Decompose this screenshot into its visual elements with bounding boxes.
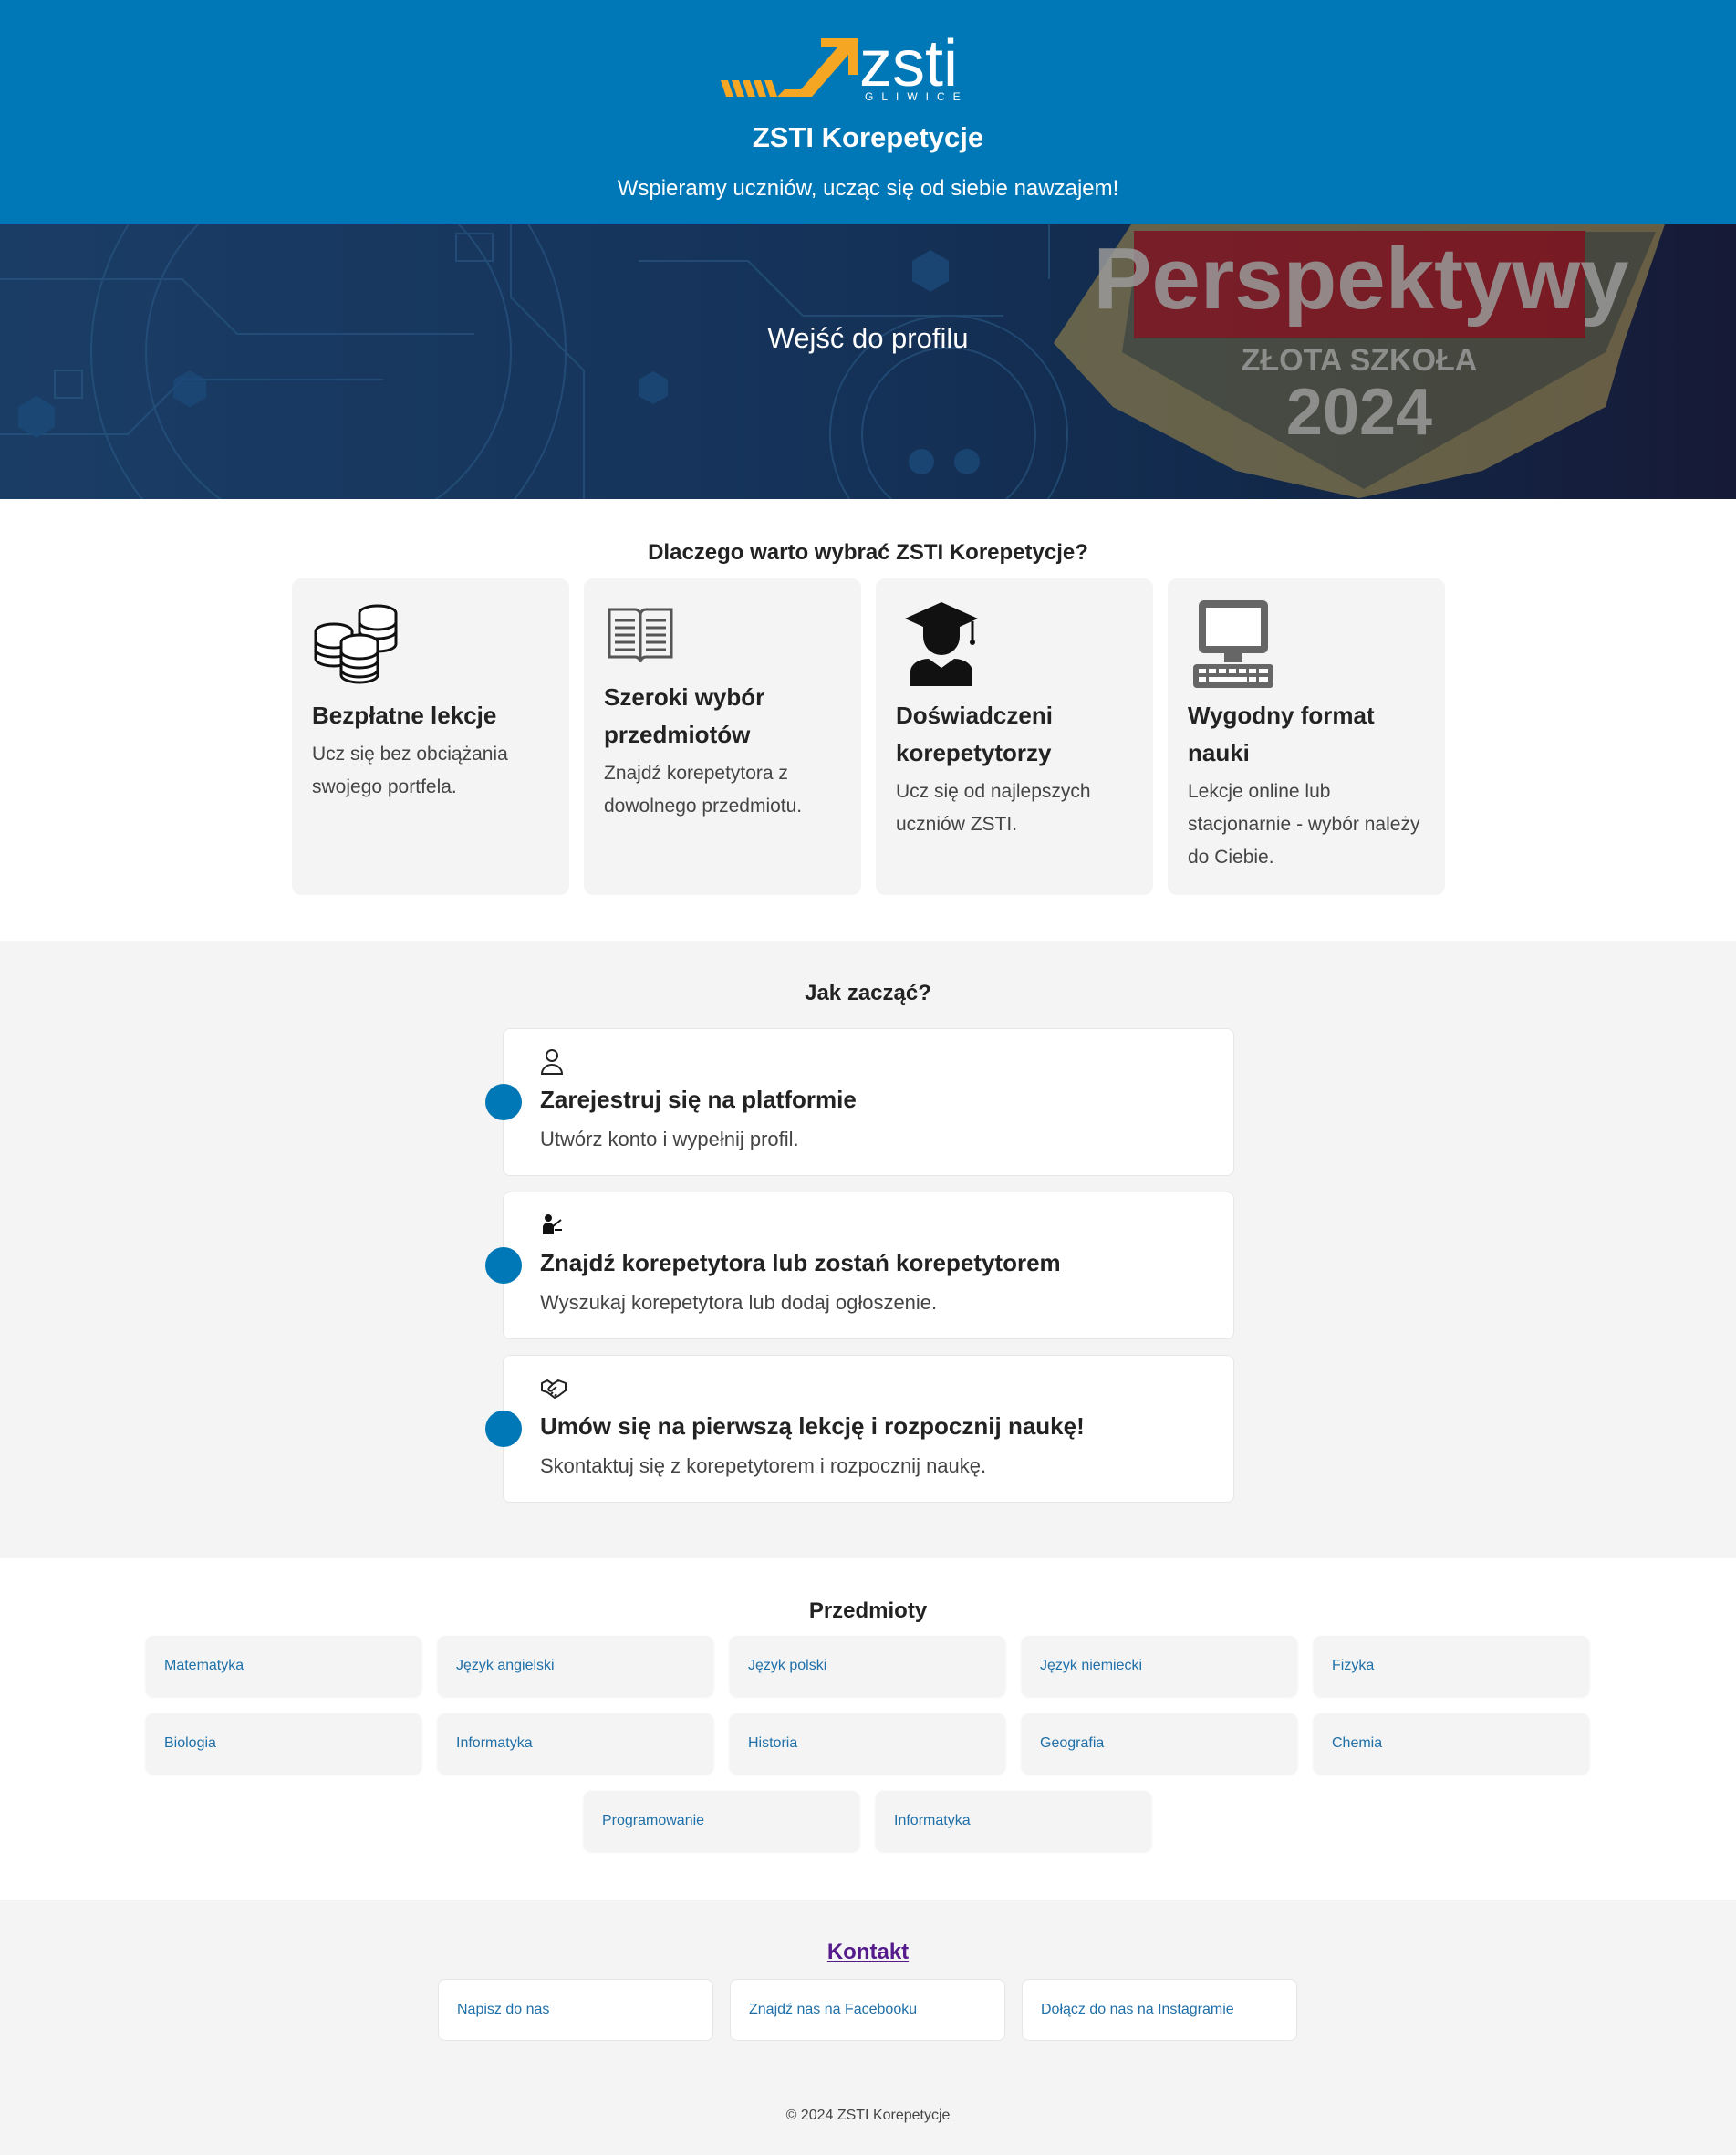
feature-text: Znajdź korepetytora z dowolnego przedmio… <box>604 763 803 817</box>
step-title: Znajdź korepetytora lub zostań korepetyt… <box>540 1249 1061 1276</box>
badge-title: Perspektywy <box>1093 230 1628 328</box>
site-title: ZSTI Korepetycje <box>752 121 984 153</box>
site-tagline: Wspieramy uczniów, ucząc się od siebie n… <box>617 176 1119 201</box>
feature-title: Szeroki wybór przedmiotów <box>604 683 765 748</box>
contact-email-link[interactable]: Napisz do nas <box>438 1979 713 2041</box>
step-text: Wyszukaj korepetytora lub dodaj ogłoszen… <box>540 1291 938 1314</box>
computer-icon <box>1193 600 1273 688</box>
subject-link[interactable]: Chemia <box>1314 1713 1589 1774</box>
handshake-icon <box>541 1379 567 1399</box>
subject-link[interactable]: Fizyka <box>1314 1636 1589 1696</box>
book-icon <box>608 608 673 663</box>
subject-link[interactable]: Biologia <box>146 1713 421 1774</box>
graduate-icon <box>905 602 978 686</box>
feature-title: Doświadczeni korepetytorzy <box>896 702 1053 766</box>
step-title: Zarejestruj się na platformie <box>540 1086 857 1113</box>
hero-banner: Perspektywy ZŁOTA SZKOŁA 2024 Wejść do p… <box>0 224 1736 499</box>
site-header: zsti GLIWICE ZSTI Korepetycje Wspieramy … <box>0 0 1736 224</box>
hero-background: Perspektywy ZŁOTA SZKOŁA 2024 <box>0 224 1665 499</box>
contact-instagram-link[interactable]: Dołącz do nas na Instagramie <box>1022 1979 1297 2041</box>
subject-link[interactable]: Język niemiecki <box>1022 1636 1297 1696</box>
features-title: Dlaczego warto wybrać ZSTI Korepetycje? <box>648 540 1088 565</box>
profile-link[interactable]: Wejść do profilu <box>0 322 1736 355</box>
step-marker <box>485 1411 522 1447</box>
feature-title: Bezpłatne lekcje <box>312 702 497 729</box>
subject-link[interactable]: Historia <box>730 1713 1005 1774</box>
footer-copyright: © 2024 ZSTI Korepetycje <box>785 2108 951 2123</box>
feature-text: Ucz się od najlepszych uczniów ZSTI. <box>896 781 1091 835</box>
feature-text: Ucz się bez obciążania swojego portfela. <box>312 744 508 797</box>
subject-link[interactable]: Język angielski <box>438 1636 713 1696</box>
steps-title: Jak zacząć? <box>805 981 931 1005</box>
feature-card-tutors: Doświadczeni korepetytorzy Ucz się od na… <box>876 578 1153 895</box>
subject-link[interactable]: Język polski <box>730 1636 1005 1696</box>
subject-link[interactable]: Programowanie <box>584 1791 859 1851</box>
step-marker <box>485 1247 522 1284</box>
step-card-register: Zarejestruj się na platformie Utwórz kon… <box>485 1028 1234 1176</box>
subject-link[interactable]: Informatyka <box>438 1713 713 1774</box>
zsti-logo[interactable]: zsti GLIWICE <box>721 24 985 102</box>
feature-card-format: Wygodny format nauki Lekcje online lub s… <box>1168 578 1445 895</box>
contact-title[interactable]: Kontakt <box>0 1940 1736 1965</box>
contact-facebook-link[interactable]: Znajdź nas na Facebooku <box>730 1979 1005 2041</box>
step-marker <box>485 1084 522 1120</box>
step-card-first-lesson: Umów się na pierwszą lekcję i rozpocznij… <box>485 1355 1234 1503</box>
step-text: Skontaktuj się z korepetytorem i rozpocz… <box>540 1454 987 1477</box>
subject-link[interactable]: Informatyka <box>876 1791 1151 1851</box>
logo-subtext: GLIWICE <box>865 90 969 102</box>
feature-card-subjects: Szeroki wybór przedmiotów Znajdź korepet… <box>584 578 861 895</box>
step-card-find-tutor: Znajdź korepetytora lub zostań korepetyt… <box>485 1192 1234 1339</box>
badge-year: 2024 <box>1286 376 1432 449</box>
teacher-icon <box>543 1214 562 1234</box>
subject-link[interactable]: Matematyka <box>146 1636 421 1696</box>
logo-text: zsti <box>859 27 958 100</box>
user-icon <box>540 1049 564 1075</box>
feature-text: Lekcje online lub stacjonarnie - wybór n… <box>1188 781 1420 868</box>
feature-title: Wygodny format nauki <box>1188 702 1375 766</box>
coins-icon <box>314 604 398 684</box>
subject-link[interactable]: Geografia <box>1022 1713 1297 1774</box>
subjects-title: Przedmioty <box>808 1598 928 1623</box>
step-text: Utwórz konto i wypełnij profil. <box>540 1128 799 1150</box>
feature-card-free: Bezpłatne lekcje Ucz się bez obciążania … <box>292 578 569 895</box>
step-title: Umów się na pierwszą lekcję i rozpocznij… <box>540 1412 1085 1440</box>
